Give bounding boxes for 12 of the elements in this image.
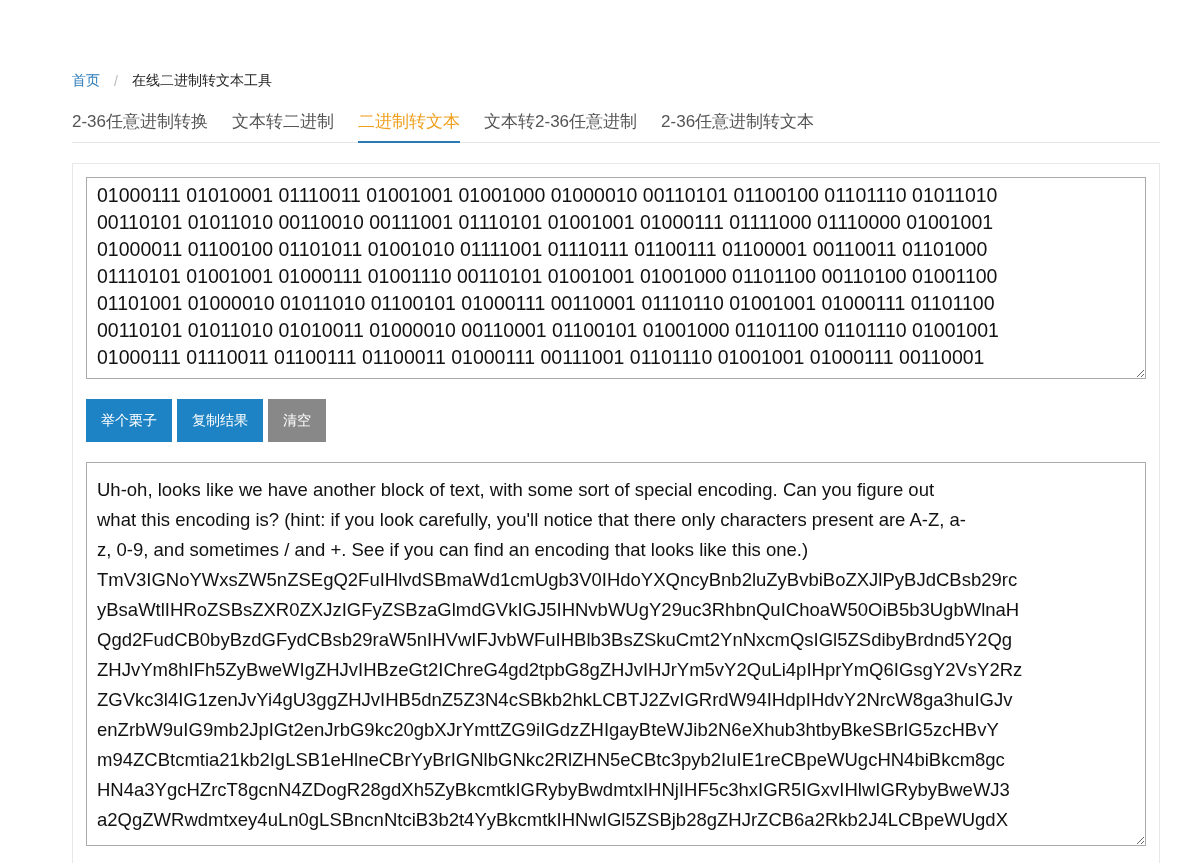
breadcrumb-current: 在线二进制转文本工具: [131, 72, 272, 90]
breadcrumb-separator: /: [114, 73, 118, 89]
action-button[interactable]: 举个栗子: [86, 399, 172, 442]
action-button[interactable]: 复制结果: [177, 399, 263, 442]
tab[interactable]: 2-36任意进制转文本: [661, 104, 815, 143]
text-output-field[interactable]: Uh-oh, looks like we have another block of text, with some sort of special encoding. Can you figure out what this encoding is? (hint: if you look carefully, you'll notice that there only characters present are A-Z, a- z, 0-9, and sometimes / and +. See if you can find an encoding that looks like this one.) TmV3IGNoYWxsZW5nZSEgQ2FuIHlvdSBmaWd1cmUgb3V0IHdoYXQncyBnb2luZyBvbiBoZXJlPyBJdCBsb29rc yBsaWtlIHRoZSBsZXR0ZXJzIGFyZSBzaGlmdGVkIGJ5IHNvbWUgY29uc3RhbnQuIChoaW50OiB5b3UgbWlnaH Qgd2FudCB0byBzdGFydCBsb29raW5nIHVwIFJvbWFuIHBlb3BsZSkuCmt2YnNxcmQsIGl5ZSdibyBrdnd5Y2Qg ZHJvYm8hIFh5ZyBweWIgZHJvIHBzeGt2IChreG4gd2tpbG8gZHJvIHJrYm5vY2QuLi4pIHprYmQ6IGsgY2VsY2Rz ZGVkc3l4IG1zenJvYi4gU3ggZHJvIHB5dnZ5Z3N4cSBkb2hkLCBTJ2ZvIGRrdW94IHdpIHdvY2NrcW8ga3huIGJv enZrbW9uIG9mb2JpIGt2enJrbG9kc20gbXJrYmttZG9iIGdzZHIgayBteWJib2N6eXhub3htbyBkeSBrIG5zcHBvY m94ZCBtcmtia21kb2IgLSB1eHlneCBrYyBrIGNlbGNkc2RlZHN5eCBtc3pyb2IuIE1reCBpeWUgcHN4biBkcm8gc HN4a3YgcHZrcT8gcnN4ZDogR28gdXh5ZyBkcmtkIGRybyBwdmtxIHNjIHF5c3hxIGR5IGxvIHlwIGRybyBweWJ3 a2QgZWRwdmtxey4uLn0gLSBncnNtciB3b2t4YyBkcmtkIHNwIGl5ZSBjb28gZHJrZCB6a2Rkb2J4LCBpeWUgdX: [86, 462, 1146, 846]
tab[interactable]: 2-36任意进制转换: [72, 104, 209, 143]
tab[interactable]: 文本转二进制: [232, 104, 335, 143]
action-button[interactable]: 清空: [268, 399, 326, 442]
breadcrumb-link[interactable]: 首页: [72, 72, 100, 90]
binary-input-field[interactable]: 01000111 01010001 01110011 01001001 01001000 01000010 00110101 01100100 01101110 01011010 00110101 01011010 00110010 00111001 01110101 01001001 01000111 01111000 01110000 01001001 01000011 01100100 01101011 01001010 01111001 01110111 01100111 01100001 00110011 01101000 01110101 01001001 01000111 01001110 00110101 01001001 01001000 01101100 00110100 01001100 01101001 01000010 01011010 01100101 01000111 00110001 01110110 01001001 01000111 01101100 00110101 01011010 01010011 01000010 00110001 01100101 01001000 01101100 01101110 01001001 01000111 01110011 01100111 01100011 01000111 00111001 01101110 01001001 01000111 00110001: [86, 177, 1146, 379]
tab[interactable]: 文本转2-36任意进制: [484, 104, 638, 143]
